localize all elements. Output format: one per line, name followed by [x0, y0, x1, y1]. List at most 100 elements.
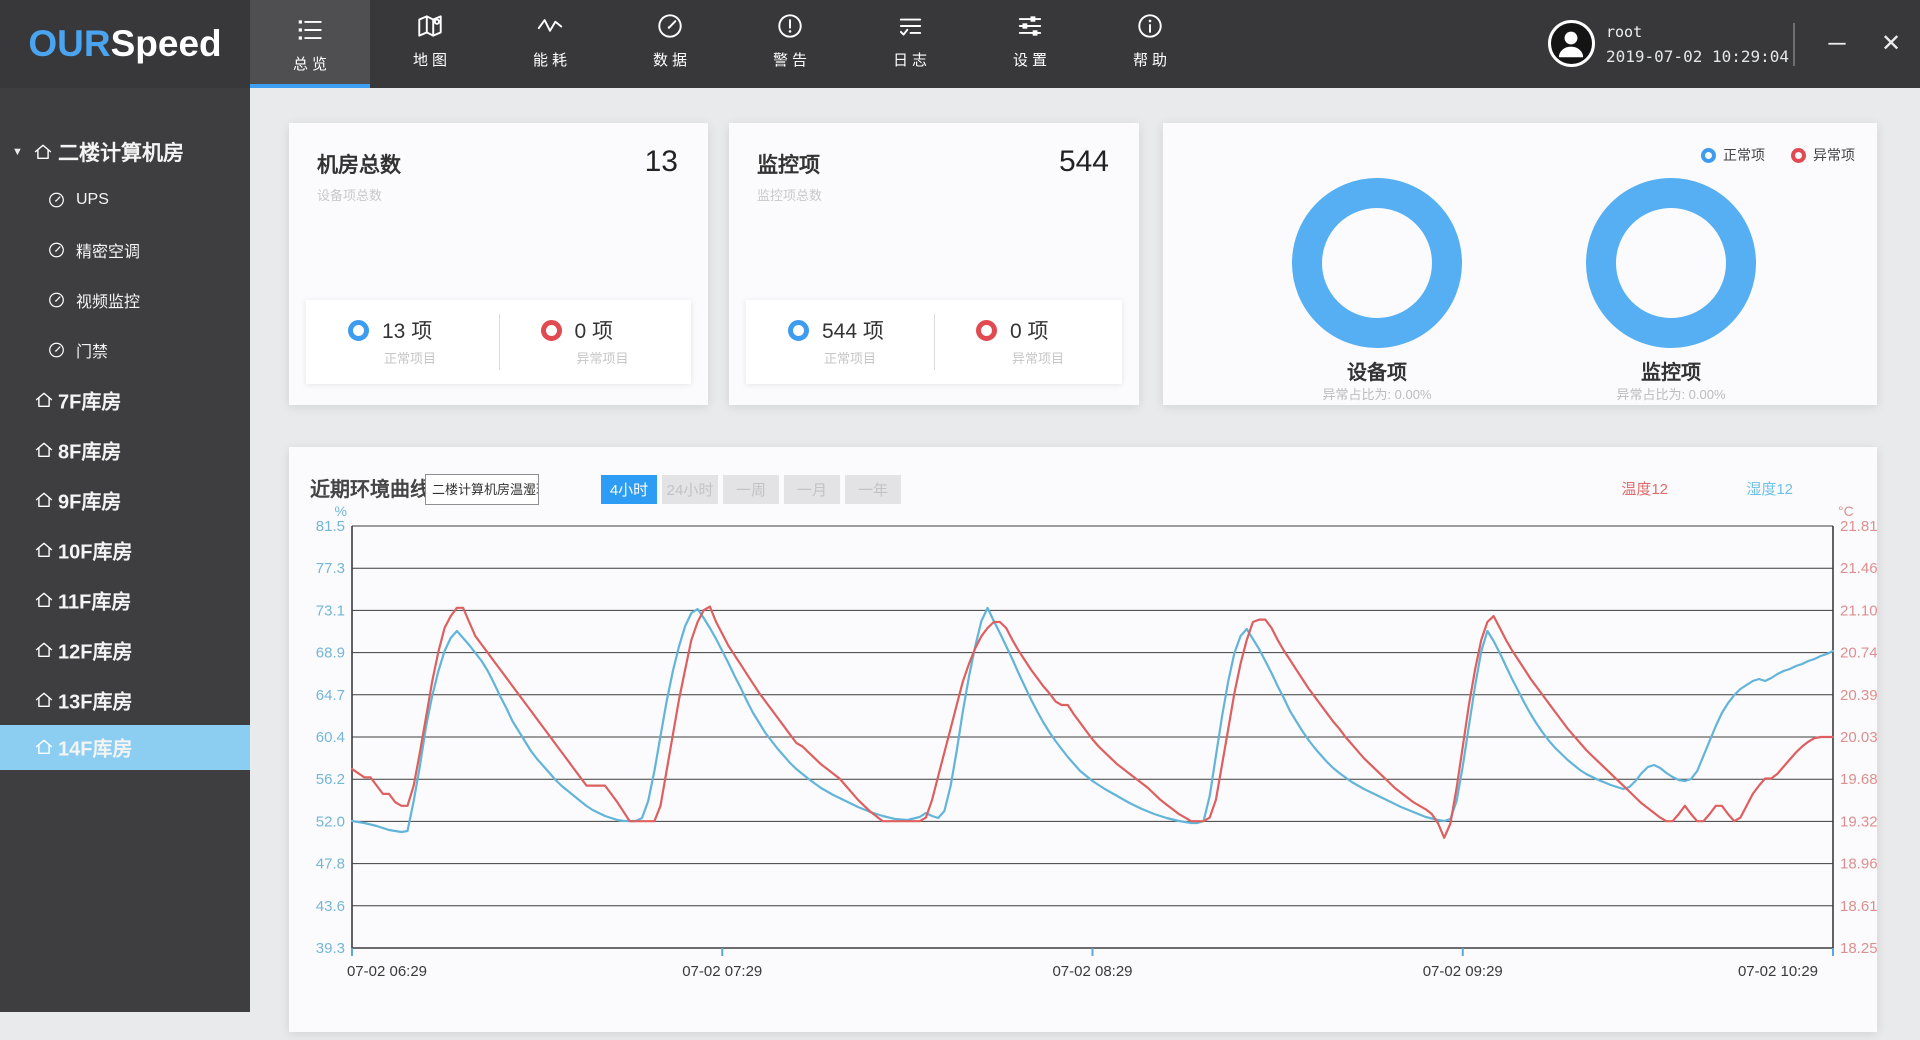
topbar: OURSpeed 总览地图能耗数据警告日志设置帮助 root 2019-07-0…: [0, 0, 1920, 88]
sidebar-item-label: 8F库房: [58, 436, 121, 465]
card-title: 监控项: [757, 149, 820, 179]
chart-title: 近期环境曲线: [310, 473, 430, 502]
time-range-buttons: 4小时24小时一周一月一年: [601, 475, 901, 504]
home-icon: [33, 539, 55, 561]
sidebar-item-storage-9f[interactable]: 9F库房: [0, 481, 250, 519]
series-temperature: [352, 607, 1833, 838]
nav-tab-label: 日志: [889, 49, 931, 70]
nav-tab-data[interactable]: 数据: [610, 0, 730, 88]
sidebar-item-storage-14f[interactable]: 14F库房: [0, 725, 250, 770]
abnormal-stat: 0 项异常项目: [934, 300, 1122, 384]
logo-secondary: Speed: [111, 23, 222, 64]
nav-tab-energy[interactable]: 能耗: [490, 0, 610, 88]
abnormal-stat: 0 项异常项目: [499, 300, 692, 384]
overview-icon: [295, 15, 325, 45]
series-humidity: [352, 608, 1833, 832]
sidebar-item-computer-room-2f[interactable]: ▼二楼计算机房: [0, 130, 250, 174]
sidebar-item-storage-8f[interactable]: 8F库房: [0, 431, 250, 469]
card-total-value: 544: [1059, 145, 1109, 179]
sidebar-item-storage-13f[interactable]: 13F库房: [0, 681, 250, 719]
chevron-down-icon: ∨: [524, 475, 533, 504]
svg-text:18.61: 18.61: [1840, 898, 1877, 915]
nav-tab-help[interactable]: 帮助: [1090, 0, 1210, 88]
home-icon: [33, 489, 55, 511]
help-icon: [1135, 11, 1165, 41]
svg-text:20.03: 20.03: [1840, 729, 1877, 746]
sidebar-item-storage-7f[interactable]: 7F库房: [0, 381, 250, 419]
home-icon: [33, 389, 55, 411]
nav-tab-settings[interactable]: 设置: [970, 0, 1090, 88]
nav-tab-overview[interactable]: 总览: [250, 0, 370, 88]
environment-chart-panel: 近期环境曲线 二楼计算机房温湿环 ∨ 4小时24小时一周一月一年 温度12 湿度…: [289, 447, 1877, 1032]
sidebar-item-ups[interactable]: UPS: [0, 183, 250, 217]
svg-text:18.96: 18.96: [1840, 856, 1877, 873]
normal-ring-icon: [788, 320, 809, 341]
close-button[interactable]: ✕: [1866, 0, 1916, 88]
home-icon: [33, 539, 55, 561]
minimize-button[interactable]: ─: [1812, 0, 1862, 88]
svg-text:18.25: 18.25: [1840, 940, 1877, 957]
svg-text:20.74: 20.74: [1840, 645, 1877, 662]
gauge-icon: [47, 191, 66, 210]
gauge-icon: [655, 11, 685, 41]
home-icon: [32, 141, 54, 163]
nav-tab-alerts[interactable]: 警告: [730, 0, 850, 88]
sidebar-item-precision-ac[interactable]: 精密空调: [0, 233, 250, 267]
abnormal-value: 0 项: [575, 315, 614, 345]
gauge-icon: [47, 241, 66, 260]
avatar[interactable]: [1548, 20, 1595, 67]
card-title: 机房总数: [317, 149, 401, 179]
stat-divider: [499, 314, 500, 370]
energy-icon: [535, 11, 565, 41]
sidebar-item-storage-12f[interactable]: 12F库房: [0, 631, 250, 669]
nav-tab-label: 设置: [1009, 49, 1051, 70]
sidebar-item-storage-10f[interactable]: 10F库房: [0, 531, 250, 569]
sidebar-item-label: 9F库房: [58, 486, 121, 515]
sidebar-item-label: 11F库房: [58, 586, 131, 615]
environment-line-chart: 81.521.8177.321.4673.121.1068.920.7464.7…: [289, 502, 1877, 1022]
svg-text:60.4: 60.4: [316, 729, 345, 746]
sidebar-item-label: 13F库房: [58, 686, 132, 715]
sidebar-item-access-control[interactable]: 门禁: [0, 333, 250, 367]
room-selector-value: 二楼计算机房温湿环: [432, 482, 539, 497]
sidebar-item-storage-11f[interactable]: 11F库房: [0, 581, 250, 619]
abnormal-label: 异常项目: [1012, 348, 1064, 367]
range-button-0[interactable]: 4小时: [601, 475, 657, 504]
svg-text:21.10: 21.10: [1840, 602, 1877, 619]
nav-tab-map[interactable]: 地图: [370, 0, 490, 88]
nav-tab-logs[interactable]: 日志: [850, 0, 970, 88]
home-icon: [33, 639, 55, 661]
svg-text:47.8: 47.8: [316, 856, 345, 873]
sidebar-item-video-surveillance[interactable]: 视频监控: [0, 283, 250, 317]
nav-tab-label: 警告: [769, 49, 811, 70]
temperature-series-label[interactable]: 温度12: [1621, 478, 1668, 499]
range-button-1[interactable]: 24小时: [662, 475, 718, 504]
donut-label-device-items: 设备项: [1267, 356, 1487, 385]
range-button-4[interactable]: 一年: [845, 475, 901, 504]
sidebar-item-label: 7F库房: [58, 386, 121, 415]
user-datetime: 2019-07-02 10:29:04: [1606, 47, 1789, 66]
svg-text:64.7: 64.7: [316, 687, 345, 704]
svg-text:%: %: [335, 503, 347, 519]
svg-text:77.3: 77.3: [316, 560, 345, 577]
home-icon: [33, 389, 55, 411]
svg-text:43.6: 43.6: [316, 898, 345, 915]
normal-ring-icon: [348, 320, 369, 341]
range-button-2[interactable]: 一周: [723, 475, 779, 504]
top-nav: 总览地图能耗数据警告 日志 设置 帮助: [250, 0, 1210, 88]
home-icon: [33, 639, 55, 661]
sidebar: ▼二楼计算机房 UPS 精密空调视频监控门禁 7F库房 8F库房 9F库房 10F库房 11F…: [0, 88, 250, 1012]
humidity-series-label[interactable]: 湿度12: [1746, 478, 1793, 499]
logo-primary: OUR: [28, 23, 110, 64]
svg-text:73.1: 73.1: [316, 602, 345, 619]
gauge-icon: [47, 291, 66, 310]
settings-icon: [1015, 11, 1045, 41]
svg-text:19.32: 19.32: [1840, 813, 1877, 830]
svg-text:81.5: 81.5: [316, 518, 345, 535]
sidebar-item-label: 14F库房: [58, 733, 132, 762]
room-selector-dropdown[interactable]: 二楼计算机房温湿环 ∨: [425, 474, 539, 505]
svg-text:07-02 06:29: 07-02 06:29: [347, 963, 427, 980]
gauge-icon: [47, 291, 66, 310]
range-button-3[interactable]: 一月: [784, 475, 840, 504]
home-icon: [33, 736, 55, 758]
